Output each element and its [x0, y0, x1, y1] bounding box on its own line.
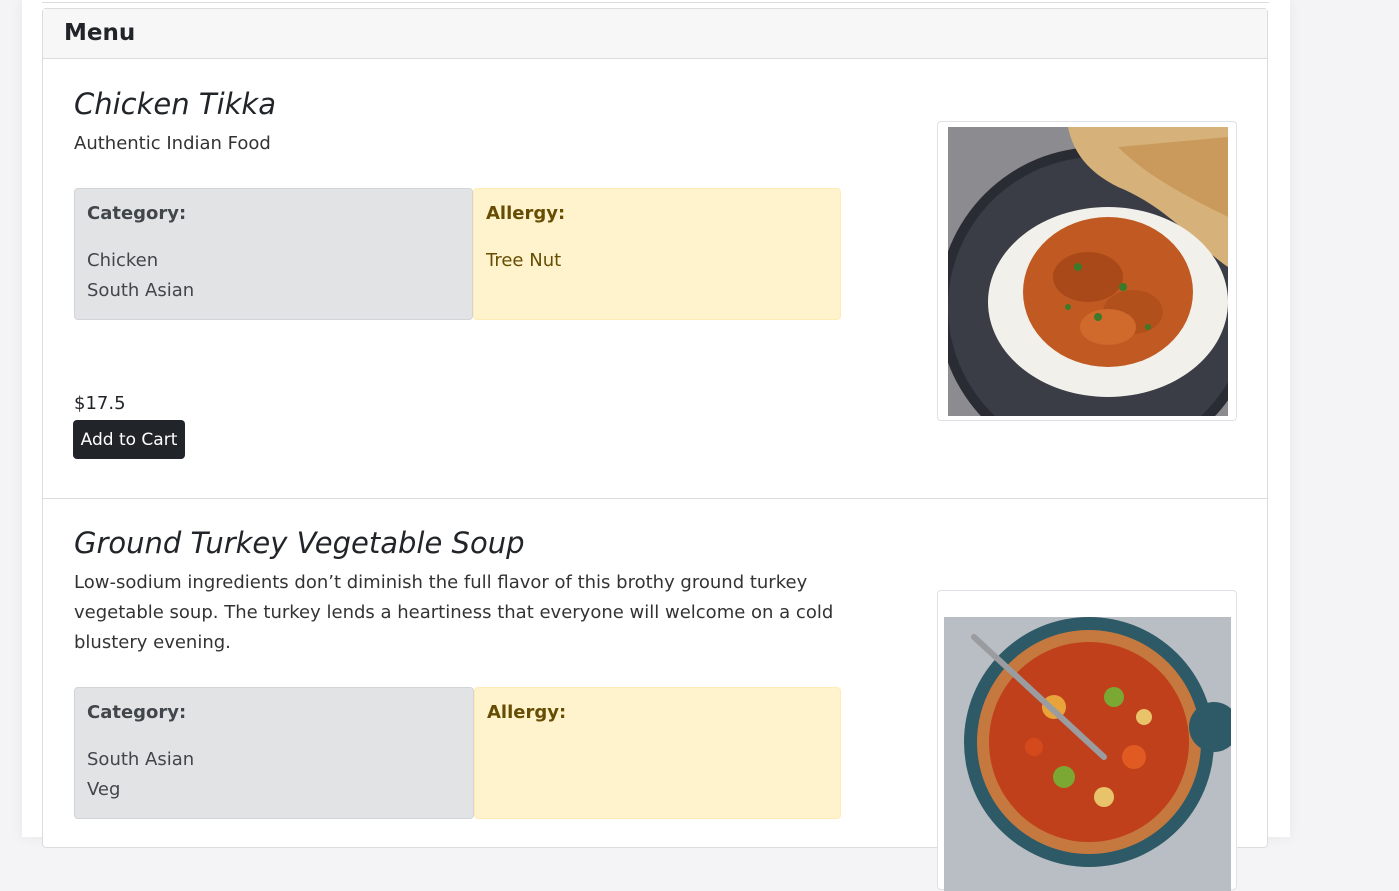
category-item: Chicken — [87, 250, 159, 271]
top-divider — [42, 0, 1269, 3]
allergy-box: Allergy: — [474, 687, 841, 819]
category-list: South Asian Veg — [87, 745, 461, 805]
category-box: Category: South Asian Veg — [74, 687, 474, 819]
menu-card: Menu Chicken Tikka Authentic Indian Food… — [42, 8, 1268, 891]
item-title: Chicken Tikka — [74, 87, 276, 121]
category-list: Chicken South Asian — [87, 246, 460, 306]
allergy-list: Tree Nut — [486, 246, 828, 276]
allergy-box: Allergy: Tree Nut — [473, 188, 841, 320]
item-image-frame — [937, 590, 1237, 891]
menu-card-header: Menu — [43, 9, 1267, 59]
item-divider — [43, 498, 1267, 499]
category-item: Veg — [87, 779, 121, 800]
allergy-item: Tree Nut — [486, 250, 562, 271]
item-title: Ground Turkey Vegetable Soup — [74, 526, 525, 560]
item-image-frame — [937, 121, 1237, 421]
category-label: Category: — [87, 203, 187, 224]
category-label: Category: — [87, 702, 187, 723]
item-description: Low-sodium ingredients don’t diminish th… — [74, 572, 834, 653]
category-item: South Asian — [87, 280, 195, 301]
item-price: $17.5 — [74, 393, 126, 414]
allergy-label: Allergy: — [486, 203, 566, 224]
allergy-label: Allergy: — [487, 702, 567, 723]
page-container: Menu Chicken Tikka Authentic Indian Food… — [22, 0, 1290, 891]
menu-title: Menu — [64, 20, 136, 46]
chicken-tikka-image — [948, 127, 1228, 416]
category-box: Category: Chicken South Asian — [74, 188, 473, 320]
add-to-cart-button[interactable]: Add to Cart — [73, 420, 185, 459]
vegetable-soup-image — [944, 617, 1231, 891]
category-item: South Asian — [87, 749, 195, 770]
item-description: Authentic Indian Food — [74, 133, 271, 154]
